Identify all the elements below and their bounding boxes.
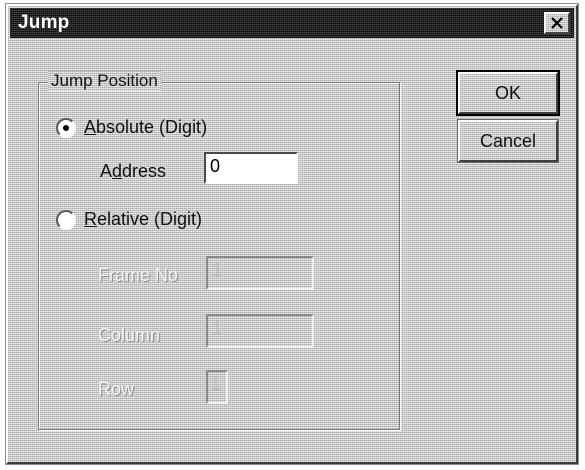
title-bar[interactable]: Jump bbox=[10, 8, 574, 38]
dialog-title: Jump bbox=[18, 12, 70, 33]
group-label: Jump Position bbox=[48, 71, 161, 91]
address-label: Address bbox=[100, 160, 166, 182]
jump-dialog: Jump Jump Position Absolute (Digit) Addr… bbox=[5, 3, 579, 465]
address-label-mnemonic: d bbox=[112, 161, 123, 181]
close-button[interactable] bbox=[544, 12, 570, 34]
absolute-radio-label[interactable]: Absolute (Digit) bbox=[84, 116, 207, 138]
column-label: Column bbox=[98, 325, 161, 345]
address-label-post: dress bbox=[122, 161, 167, 181]
absolute-radio[interactable] bbox=[56, 118, 76, 138]
address-label-pre: A bbox=[100, 161, 113, 181]
frame-no-label: Frame No bbox=[98, 265, 179, 285]
absolute-label-rest: bsolute (Digit) bbox=[96, 117, 208, 137]
address-input[interactable]: 0 bbox=[204, 152, 298, 184]
cancel-button[interactable]: Cancel bbox=[457, 119, 559, 163]
relative-radio[interactable] bbox=[56, 210, 76, 230]
relative-label-rest: elative (Digit) bbox=[97, 209, 203, 229]
column-input[interactable]: 1 bbox=[206, 314, 314, 348]
radio-selected-dot bbox=[63, 125, 69, 131]
frame-no-input[interactable]: 1 bbox=[206, 256, 314, 290]
relative-mnemonic: R bbox=[84, 209, 97, 229]
ok-button[interactable]: OK bbox=[456, 70, 560, 116]
relative-radio-label[interactable]: Relative (Digit) bbox=[84, 208, 202, 230]
absolute-mnemonic: A bbox=[84, 117, 97, 137]
row-label: Row bbox=[98, 379, 135, 399]
close-icon bbox=[550, 17, 564, 29]
row-input[interactable]: 1 bbox=[206, 370, 228, 404]
